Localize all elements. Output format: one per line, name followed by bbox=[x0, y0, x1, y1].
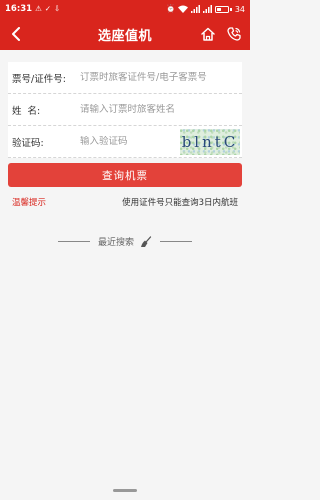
divider-right bbox=[160, 241, 192, 242]
tips-label[interactable]: 温馨提示 bbox=[12, 196, 46, 208]
recent-search-header: 最近搜索 bbox=[0, 235, 250, 248]
status-bar: 16:31 ⚠ ✓ ⇩ ⏰ 34 bbox=[0, 0, 250, 18]
battery-icon bbox=[215, 5, 232, 13]
home-button[interactable] bbox=[200, 26, 216, 42]
divider-left bbox=[57, 241, 90, 242]
ticket-label: 票号/证件号: bbox=[12, 73, 66, 85]
notification-icon: ⚠ bbox=[35, 4, 42, 14]
name-row: 姓 名: bbox=[8, 94, 242, 126]
name-label: 姓 名: bbox=[12, 105, 41, 117]
tips-text: 使用证件号只能查询3日内航班 bbox=[122, 198, 238, 208]
signal-icon-2 bbox=[203, 5, 213, 13]
captcha-input[interactable] bbox=[80, 136, 180, 147]
page-title: 选座值机 bbox=[97, 28, 152, 44]
header-bar: 选座值机 bbox=[0, 18, 250, 50]
alarm-icon: ⏰ bbox=[165, 4, 176, 14]
broom-icon[interactable] bbox=[140, 235, 152, 248]
status-bar-right: ⏰ 34 bbox=[166, 5, 245, 14]
status-bar-left: 16:31 ⚠ ✓ ⇩ bbox=[5, 4, 60, 14]
query-tickets-button[interactable]: 查询机票 bbox=[8, 163, 242, 187]
download-icon: ⇩ bbox=[54, 4, 61, 14]
passenger-name-input[interactable] bbox=[80, 104, 242, 115]
home-indicator[interactable] bbox=[113, 489, 137, 492]
battery-level bbox=[217, 7, 221, 11]
phone-icon bbox=[227, 27, 241, 41]
checkin-form: 票号/证件号: 姓 名: 验证码: blntC bbox=[8, 62, 242, 158]
battery-percent: 34 bbox=[234, 4, 245, 14]
status-time: 16:31 bbox=[5, 4, 33, 14]
home-icon bbox=[201, 27, 215, 41]
ticket-row: 票号/证件号: bbox=[8, 62, 242, 94]
phone-button[interactable] bbox=[226, 26, 242, 42]
tips-bar: 温馨提示 使用证件号只能查询3日内航班 bbox=[12, 196, 238, 208]
check-icon: ✓ bbox=[44, 4, 52, 14]
recent-search-label: 最近搜索 bbox=[97, 238, 134, 248]
back-button[interactable] bbox=[8, 26, 24, 42]
captcha-image[interactable]: blntC bbox=[180, 128, 240, 155]
ticket-number-input[interactable] bbox=[80, 72, 242, 83]
captcha-text: blntC bbox=[181, 132, 239, 151]
captcha-row: 验证码: blntC bbox=[8, 126, 242, 158]
wifi-icon bbox=[178, 5, 189, 13]
captcha-label: 验证码: bbox=[12, 137, 44, 149]
signal-icon bbox=[191, 5, 201, 13]
chevron-left-icon bbox=[12, 27, 20, 41]
